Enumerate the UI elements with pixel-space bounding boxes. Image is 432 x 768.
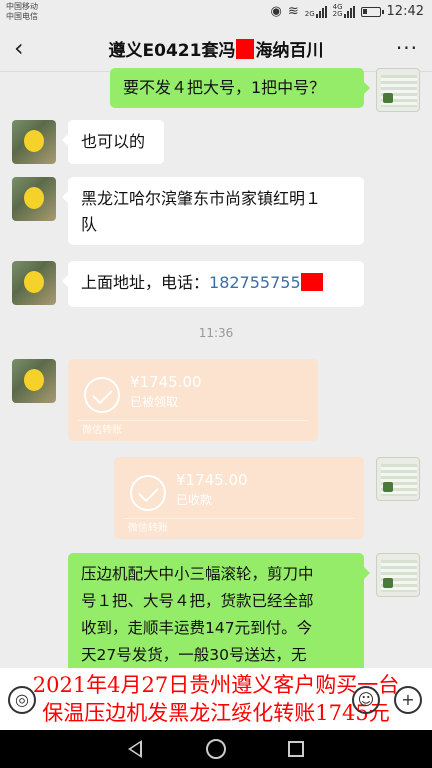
message-line-2: 号１把、大号４把，货款已经全部 bbox=[81, 592, 314, 610]
message-text: 上面地址，电话： bbox=[81, 273, 210, 292]
transfer-card-received[interactable]: ¥1745.00 已被领取 微信转账 bbox=[68, 359, 318, 441]
message-text: 要不发４把大号，1把中号？ bbox=[123, 78, 326, 97]
message-bubble-left[interactable]: 上面地址，电话：182755755 bbox=[62, 261, 364, 307]
message-text: 也可以的 bbox=[81, 132, 146, 151]
timestamp: 11:36 bbox=[198, 326, 234, 340]
more-dots-icon[interactable]: ··· bbox=[396, 36, 418, 60]
home-icon[interactable] bbox=[206, 739, 226, 759]
caption-overlay: 2021年4月27日贵州遵义客户购买一台 保温压边机发黑龙江绥化转账1745元 … bbox=[0, 668, 432, 730]
signal-label-3: 2G bbox=[332, 9, 343, 18]
system-navigation-bar bbox=[0, 730, 432, 768]
avatar[interactable] bbox=[376, 68, 420, 112]
carrier-2: 中国电信 bbox=[6, 12, 38, 21]
redaction-mark bbox=[236, 38, 255, 59]
avatar[interactable] bbox=[12, 120, 56, 164]
clock: 12:42 bbox=[386, 4, 424, 19]
avatar[interactable] bbox=[12, 359, 56, 403]
message-line-4: 天27号发货，一般30号送达，无 bbox=[81, 646, 307, 664]
message-text-line-2: 队 bbox=[81, 215, 98, 234]
check-icon bbox=[84, 377, 120, 413]
back-icon-inner bbox=[131, 743, 140, 755]
check-icon bbox=[130, 475, 166, 511]
transfer-footer: 微信转账 bbox=[128, 523, 168, 534]
recents-icon[interactable] bbox=[288, 741, 304, 757]
avatar[interactable] bbox=[376, 457, 420, 501]
transfer-card-collected[interactable]: ¥1745.00 已收款 微信转账 bbox=[114, 457, 364, 539]
chat-title-prefix: 遵义E0421套冯 bbox=[108, 41, 236, 61]
wifi-icon: ≋ bbox=[287, 4, 299, 19]
signal-label-1: 2G bbox=[304, 9, 315, 18]
signal-icon-2: 4G 2G bbox=[332, 3, 355, 18]
voice-icon[interactable]: ◎ bbox=[8, 686, 36, 714]
phone-link[interactable]: 182755755 bbox=[209, 273, 301, 292]
chat-title-suffix: 海纳百川 bbox=[255, 41, 324, 61]
transfer-amount: ¥1745.00 bbox=[176, 471, 248, 489]
eye-comfort-icon: ◉ bbox=[270, 4, 282, 19]
avatar[interactable] bbox=[376, 553, 420, 597]
signal-labels-2: 4G 2G bbox=[332, 3, 343, 18]
message-text-line-1: 黑龙江哈尔滨肇东市尚家镇红明１ bbox=[81, 189, 322, 208]
signal-icon-1: 2G bbox=[304, 5, 327, 18]
chevron-left-icon[interactable]: ‹ bbox=[14, 34, 24, 62]
message-line-1: 压边机配大中小三幅滚轮，剪刀中 bbox=[81, 565, 314, 583]
carrier-labels: 中国移动 中国电信 bbox=[6, 2, 38, 22]
emoji-icon[interactable]: ☺ bbox=[352, 686, 380, 714]
transfer-status: 已收款 bbox=[176, 493, 213, 507]
message-line-3: 收到，走顺丰运费147元到付。今 bbox=[81, 619, 313, 637]
transfer-amount: ¥1745.00 bbox=[130, 373, 202, 391]
carrier-1: 中国移动 bbox=[6, 2, 38, 11]
chat-header: ‹ 遵义E0421套冯 海纳百川 ··· bbox=[0, 26, 432, 72]
chat-title: 遵义E0421套冯 海纳百川 bbox=[108, 36, 324, 61]
plus-icon[interactable]: + bbox=[394, 686, 422, 714]
redaction-mark bbox=[300, 273, 323, 291]
message-bubble-right[interactable]: 要不发４把大号，1把中号？ bbox=[110, 68, 370, 108]
transfer-status: 已被领取 bbox=[130, 395, 179, 409]
message-bubble-left[interactable]: 也可以的 bbox=[62, 120, 164, 164]
avatar[interactable] bbox=[12, 177, 56, 221]
status-icons: ◉ ≋ 2G 4G 2G 12:42 bbox=[270, 3, 425, 19]
status-bar: 中国移动 中国电信 ◉ ≋ 2G 4G 2G 12:42 bbox=[0, 0, 432, 26]
message-bubble-left[interactable]: 黑龙江哈尔滨肇东市尚家镇红明１ 队 bbox=[62, 177, 364, 245]
avatar[interactable] bbox=[12, 261, 56, 305]
transfer-footer: 微信转账 bbox=[82, 425, 122, 436]
battery-icon bbox=[360, 6, 384, 17]
message-bubble-right[interactable]: 压边机配大中小三幅滚轮，剪刀中 号１把、大号４把，货款已经全部 收到，走顺丰运费… bbox=[68, 553, 370, 677]
